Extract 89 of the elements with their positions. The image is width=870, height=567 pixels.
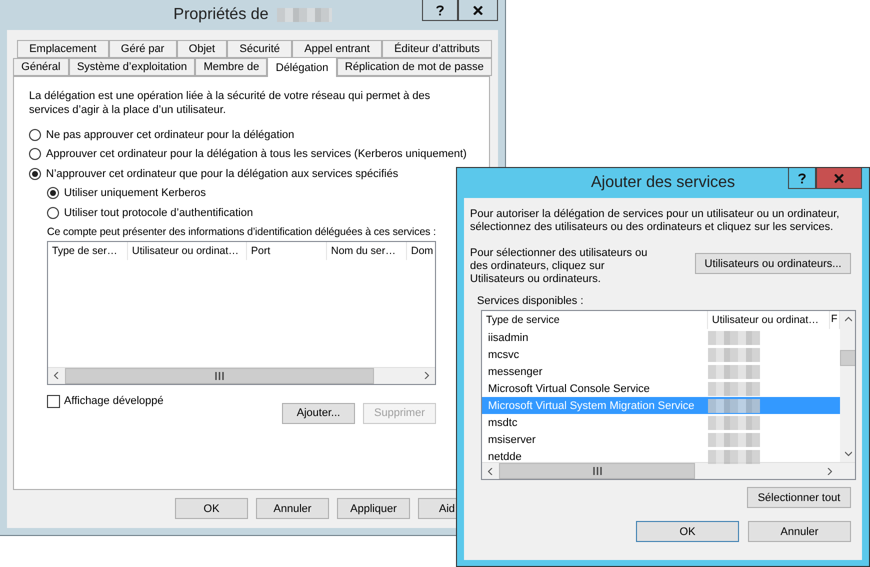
service-row[interactable]: messenger (482, 363, 840, 380)
tab[interactable]: Membre de (195, 58, 268, 76)
redacted-block (276, 8, 332, 22)
redacted-block (708, 348, 760, 362)
radio-button[interactable] (47, 206, 59, 219)
delegated-services-list[interactable]: Type de ser… Utilisateur ou ordinat… Port Nom du ser… Dom (47, 240, 436, 384)
service-name: mcsvc (487, 348, 520, 360)
description-text: La délégation est une opération liée à la sécurité de votre réseau qui permet à des services d’agir à la place d’un utilisateur. (29, 89, 432, 117)
column-header[interactable]: Type de service (482, 311, 708, 329)
tab[interactable]: Emplacement (17, 40, 109, 58)
hint-text: Pour sélectionner des utilisateurs ou des ordinateurs, cliquez sur Utilisateurs ou ordinateurs. (470, 247, 648, 286)
window-title: Ajouter des services (590, 174, 736, 192)
service-name: netdde (487, 450, 523, 462)
redacted-block (708, 416, 760, 430)
tab[interactable]: Appel entrant (292, 40, 382, 58)
redacted-block (708, 432, 760, 446)
redacted-block (708, 330, 760, 344)
checkbox[interactable] (47, 394, 60, 408)
service-row[interactable]: msiserver (482, 431, 840, 448)
scrollbar-thumb[interactable] (840, 350, 855, 366)
service-row[interactable]: msdtc (482, 414, 840, 431)
tab[interactable]: Géré par (108, 40, 177, 58)
redacted-block (708, 364, 760, 378)
help-button[interactable] (422, 0, 458, 21)
service-name: Microsoft Virtual Console Service (487, 382, 651, 394)
window-title: Propriétés de (173, 6, 269, 24)
help-icon (436, 4, 444, 16)
redacted-block (708, 450, 760, 464)
service-row[interactable]: mcsvc (482, 346, 840, 363)
chevron-down-icon[interactable] (845, 450, 852, 457)
grip-icon (215, 372, 224, 380)
services-label: Services disponibles : (477, 295, 584, 307)
service-name: msdtc (487, 416, 518, 428)
redacted-block (708, 382, 760, 396)
dialog-button[interactable]: Annuler (748, 521, 851, 542)
dialog-button[interactable]: OK (636, 521, 739, 542)
service-name: iisadmin (487, 332, 530, 344)
tab[interactable]: Réplication de mot de passe (336, 58, 492, 76)
scrollbar-thumb[interactable] (65, 368, 374, 384)
checkbox-label: Affichage développé (64, 395, 164, 407)
column-header[interactable]: Type de ser… (48, 242, 128, 260)
chevron-right-icon[interactable] (423, 372, 430, 379)
tab[interactable]: Délégation (267, 57, 337, 77)
service-row[interactable]: iisadmin (482, 329, 840, 346)
service-name: Microsoft Virtual System Migration Service (487, 400, 696, 412)
chevron-right-icon[interactable] (826, 468, 833, 474)
chevron-left-icon[interactable] (53, 372, 60, 379)
services-list[interactable]: Type de service Utilisateur ou ordinat… F iisadmin mcsvc messenger Microsoft Virtual Console Service Microsoft Virtual System Migration Service msdtc msiserver netdde (481, 310, 856, 480)
close-icon (834, 174, 844, 182)
tab[interactable]: Sécurité (227, 40, 292, 58)
dialog-button[interactable]: Appliquer (337, 498, 410, 519)
help-icon (798, 172, 806, 184)
option-label: N’approuver cet ordinateur que pour la délégation aux services spécifiés (46, 168, 398, 180)
tab[interactable]: Éditeur d’attributs (382, 40, 492, 58)
column-header[interactable]: Nom du ser… (327, 242, 407, 260)
scrollbar-thumb[interactable] (499, 463, 695, 479)
service-name: msiserver (487, 434, 537, 446)
intro-text: Pour autoriser la délégation de services pour un utilisateur ou un ordinateur, sélectionnez des utilisateurs ou des ordinateurs et cliquez sur les services. (470, 208, 840, 234)
tab[interactable]: Objet (176, 40, 228, 58)
grip-icon (592, 467, 602, 475)
option-label: Utiliser tout protocole d’authentification (64, 206, 253, 219)
radio-button[interactable] (29, 148, 41, 160)
option-label: Approuver cet ordinateur pour la délégation à tous les services (Kerberos uniquement) (46, 148, 467, 160)
vertical-scrollbar[interactable] (840, 311, 855, 462)
dialog-button[interactable]: OK (175, 498, 248, 519)
dialog-button[interactable]: Annuler (256, 498, 329, 519)
close-icon (473, 6, 483, 14)
option-label: Ne pas approuver cet ordinateur pour la délégation (46, 128, 294, 141)
radio-button[interactable] (47, 187, 59, 200)
radio-button[interactable] (29, 128, 41, 141)
close-button[interactable] (458, 0, 498, 21)
horizontal-scrollbar[interactable] (482, 462, 855, 479)
chevron-up-icon[interactable] (845, 316, 852, 323)
users-button[interactable]: Utilisateurs ou ordinateurs... (695, 253, 851, 274)
service-name: messenger (487, 366, 544, 378)
column-header[interactable]: Port (247, 242, 327, 260)
column-header[interactable]: Utilisateur ou ordinat… (708, 311, 830, 329)
column-header[interactable]: Dom (407, 242, 435, 260)
service-row[interactable]: Microsoft Virtual Console Service (482, 380, 840, 397)
radio-button[interactable] (29, 168, 41, 180)
horizontal-scrollbar[interactable] (48, 366, 435, 384)
column-header[interactable]: Utilisateur ou ordinat… (128, 242, 247, 260)
tab[interactable]: Système d’exploitation (68, 58, 196, 76)
option-label: Utiliser uniquement Kerberos (64, 187, 206, 200)
chevron-left-icon[interactable] (487, 468, 494, 474)
tab[interactable]: Général (13, 58, 69, 76)
list-action-button[interactable]: Ajouter... (282, 402, 355, 424)
redacted-block (708, 398, 760, 412)
select-all-button[interactable]: Sélectionner tout (747, 487, 851, 508)
